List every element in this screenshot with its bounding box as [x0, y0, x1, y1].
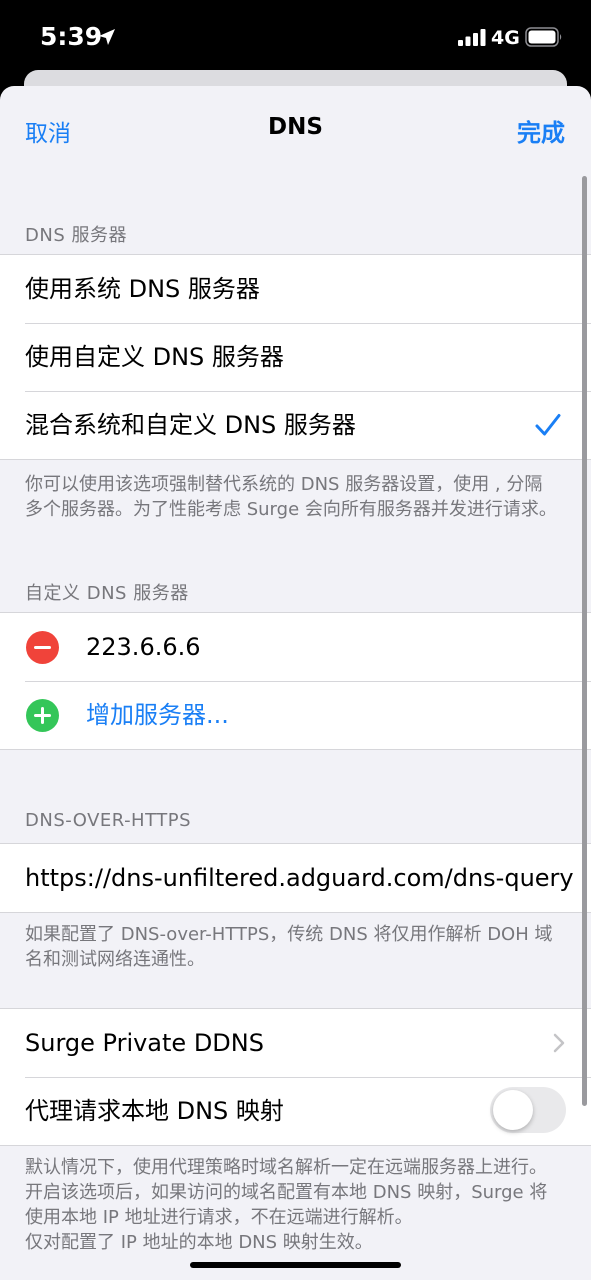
proxy-local-dns-toggle[interactable] — [490, 1087, 566, 1133]
footer-line-1: 默认情况下，使用代理策略时域名解析一定在远端服务器上进行。 — [25, 1157, 547, 1178]
option-system-dns[interactable]: 使用系统 DNS 服务器 — [0, 255, 591, 323]
cellular-signal-icon — [458, 29, 486, 46]
option-label: 使用自定义 DNS 服务器 — [25, 343, 284, 371]
footer-line-3: 仅对配置了 IP 地址的本地 DNS 映射生效。 — [25, 1232, 373, 1253]
proxy-mapping-footer: 默认情况下，使用代理策略时域名解析一定在远端服务器上进行。 开启该选项后，如果访… — [25, 1155, 560, 1255]
option-custom-dns[interactable]: 使用自定义 DNS 服务器 — [0, 323, 591, 391]
page-title: DNS — [268, 114, 323, 140]
add-icon — [26, 699, 59, 732]
doh-group: https://dns-unfiltered.adguard.com/dns-q… — [0, 843, 591, 913]
network-type: 4G — [491, 27, 520, 49]
doh-footer: 如果配置了 DNS-over-HTTPS，传统 DNS 将仅用作解析 DOH 域… — [25, 924, 553, 970]
status-time: 5:39 — [40, 22, 103, 51]
dns-settings-sheet: 取消 DNS 完成 DNS 服务器 使用系统 DNS 服务器 使用自定义 DNS… — [0, 86, 591, 1280]
dns-servers-header: DNS 服务器 — [25, 225, 127, 246]
done-button[interactable]: 完成 — [517, 113, 565, 148]
extra-settings-group: Surge Private DDNS 代理请求本地 DNS 映射 — [0, 1008, 591, 1146]
custom-dns-group: 223.6.6.6 增加服务器... — [0, 612, 591, 750]
proxy-local-dns-label: 代理请求本地 DNS 映射 — [25, 1097, 284, 1125]
checkmark-icon — [535, 414, 561, 436]
remove-icon[interactable] — [26, 631, 59, 664]
private-ddns-label: Surge Private DDNS — [25, 1029, 264, 1057]
dns-server-address: 223.6.6.6 — [86, 633, 201, 661]
doh-url-field[interactable]: https://dns-unfiltered.adguard.com/dns-q… — [25, 844, 574, 912]
scrollbar[interactable] — [582, 176, 587, 1106]
battery-icon — [525, 27, 562, 47]
option-label: 使用系统 DNS 服务器 — [25, 275, 260, 303]
navigation-bar: 取消 DNS 完成 — [0, 86, 591, 176]
dns-server-mode-group: 使用系统 DNS 服务器 使用自定义 DNS 服务器 混合系统和自定义 DNS … — [0, 254, 591, 460]
doh-header: DNS-OVER-HTTPS — [25, 810, 192, 831]
doh-url-row[interactable]: https://dns-unfiltered.adguard.com/dns-q… — [0, 844, 591, 912]
status-bar: 5:39 4G — [0, 0, 591, 72]
custom-dns-header: 自定义 DNS 服务器 — [25, 583, 189, 604]
private-ddns-row[interactable]: Surge Private DDNS — [0, 1009, 591, 1077]
chevron-right-icon — [553, 1033, 565, 1053]
home-indicator — [190, 1262, 401, 1268]
add-server-row[interactable]: 增加服务器... — [0, 681, 591, 749]
location-arrow-icon — [99, 29, 115, 45]
option-mixed-dns[interactable]: 混合系统和自定义 DNS 服务器 — [0, 391, 591, 459]
proxy-local-dns-row: 代理请求本地 DNS 映射 — [0, 1077, 591, 1145]
option-label: 混合系统和自定义 DNS 服务器 — [25, 411, 356, 439]
footer-line-2: 开启该选项后，如果访问的域名配置有本地 DNS 映射，Surge 将使用本地 I… — [25, 1182, 548, 1228]
custom-dns-server-row[interactable]: 223.6.6.6 — [0, 613, 591, 681]
dns-servers-footer: 你可以使用该选项强制替代系统的 DNS 服务器设置，使用 , 分隔多个服务器。为… — [25, 474, 557, 520]
add-server-button[interactable]: 增加服务器... — [86, 681, 229, 749]
toggle-knob — [493, 1090, 533, 1130]
